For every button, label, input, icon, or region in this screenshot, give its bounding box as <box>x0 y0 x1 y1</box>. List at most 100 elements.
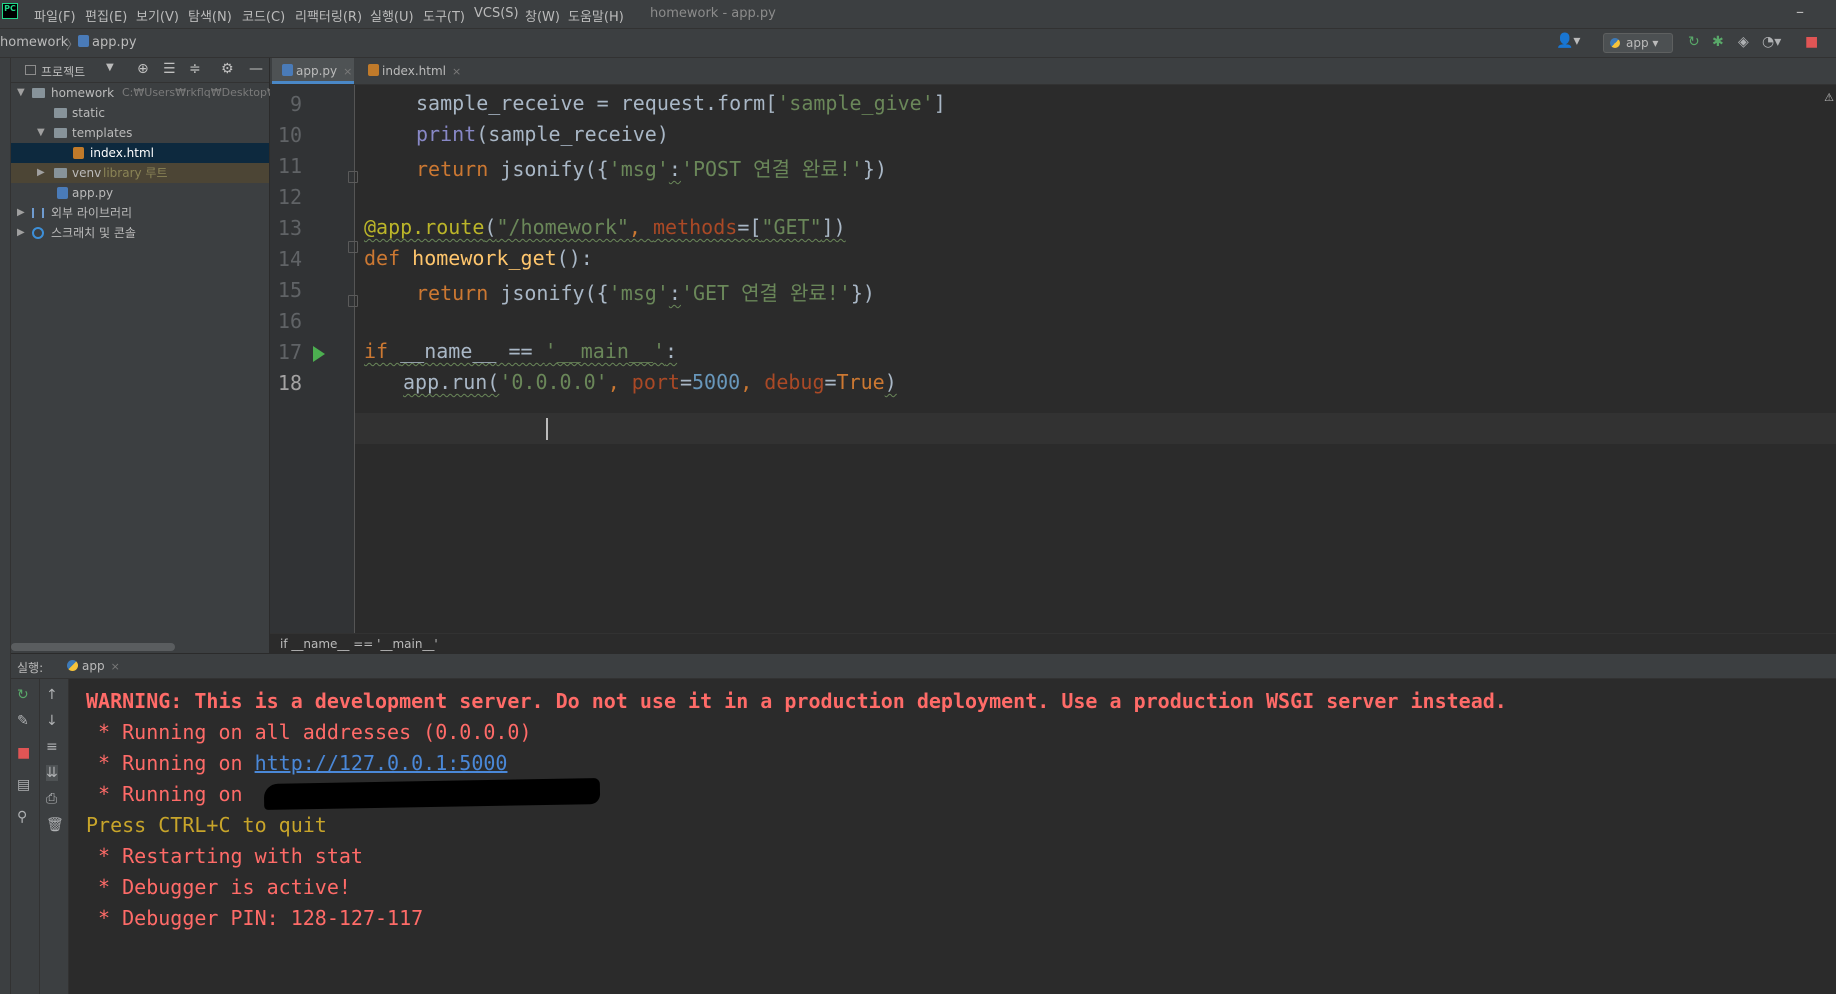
debug-icon[interactable]: ✱ <box>1712 34 1724 50</box>
warning-icon[interactable]: ⚠ <box>1824 91 1834 104</box>
wrench-icon[interactable]: ✎ <box>17 713 29 729</box>
run-icon[interactable] <box>313 346 325 362</box>
menu-navigate[interactable]: 탐색(N) <box>188 6 232 25</box>
code-line-18: app.run('0.0.0.0', port=5000, debug=True… <box>403 370 897 394</box>
tree-item-label: 외부 라이브러리 <box>51 206 133 220</box>
breadcrumb-project[interactable]: homework <box>0 35 68 50</box>
line-number: 18 <box>277 371 302 395</box>
tree-item-label: 스크래치 및 콘솔 <box>51 226 136 240</box>
chevron-right-icon[interactable]: ▶ <box>17 203 25 223</box>
run-config-select[interactable]: app ▾ <box>1603 33 1673 53</box>
scratch-icon <box>32 227 44 239</box>
redaction-mark <box>263 778 601 810</box>
chevron-down-icon[interactable]: ▼ <box>17 83 25 103</box>
tree-item-venv[interactable]: ▶ venv library 루트 <box>11 163 269 183</box>
rerun-icon[interactable]: ↻ <box>1688 34 1700 50</box>
menu-view[interactable]: 보기(V) <box>136 6 179 25</box>
layout-icon[interactable]: ▤ <box>17 777 30 793</box>
stop-icon[interactable]: ■ <box>1805 34 1818 50</box>
fold-end-icon[interactable] <box>348 295 358 307</box>
chevron-down-icon[interactable]: ▼ <box>106 62 114 73</box>
hide-icon[interactable]: — <box>249 61 263 77</box>
stop-icon[interactable]: ■ <box>17 745 30 761</box>
tree-item-label: venv <box>72 166 102 180</box>
coverage-icon[interactable]: ◈ <box>1738 34 1749 50</box>
menu-window[interactable]: 창(W) <box>525 6 560 25</box>
tree-item-label: static <box>72 106 105 120</box>
chevron-down-icon[interactable]: ▼ <box>37 123 45 143</box>
tab-app-py[interactable]: app.py × <box>272 58 354 84</box>
collapse-all-icon[interactable]: ≑ <box>189 61 201 77</box>
menu-vcs[interactable]: VCS(S) <box>474 6 519 21</box>
folder-icon <box>54 128 67 138</box>
editor-breadcrumb-bar: if __name__ == '__main__' <box>270 633 1836 654</box>
html-file-icon <box>368 64 379 76</box>
minimize-icon[interactable]: – <box>1796 2 1804 21</box>
close-icon[interactable]: × <box>343 65 352 78</box>
menu-refactor[interactable]: 리팩터링(R) <box>295 6 362 25</box>
menu-file[interactable]: 파일(F) <box>34 6 76 25</box>
run-tab-app[interactable]: app × <box>61 654 120 678</box>
line-number: 9 <box>289 92 302 116</box>
menu-edit[interactable]: 편집(E) <box>85 6 127 25</box>
python-file-icon <box>282 64 293 76</box>
fold-end-icon[interactable] <box>348 171 358 183</box>
tree-item-index-html[interactable]: index.html <box>11 143 269 163</box>
breadcrumb-file[interactable]: app.py <box>78 35 137 50</box>
run-config-label: app <box>1626 36 1649 50</box>
line-number: 12 <box>277 185 302 209</box>
project-title[interactable]: 프로젝트 <box>41 63 85 80</box>
project-header: 프로젝트 ▼ ⊕ ☰ ≑ ⚙ — <box>11 58 269 83</box>
menu-run[interactable]: 실행(U) <box>370 6 414 25</box>
tree-item-app-py[interactable]: app.py <box>11 183 269 203</box>
tree-item-scratches[interactable]: ▶ 스크래치 및 콘솔 <box>11 223 269 243</box>
console-output[interactable]: WARNING: This is a development server. D… <box>69 679 1836 994</box>
soft-wrap-icon[interactable]: ≡ <box>46 739 58 755</box>
locate-icon[interactable]: ⊕ <box>137 61 149 77</box>
pin-icon[interactable]: ⚲ <box>17 809 27 825</box>
tree-item-homework[interactable]: ▼ homework C:₩Users₩rkflq₩Desktop₩s <box>11 83 284 103</box>
editor-breadcrumb[interactable]: if __name__ == '__main__' <box>280 637 438 651</box>
arrow-up-icon[interactable]: ↑ <box>46 687 58 703</box>
trash-icon[interactable]: 🗑 <box>46 817 64 833</box>
chevron-right-icon[interactable]: ▶ <box>17 223 25 243</box>
navigation-bar: homework 〉 app.py 👤▾ app ▾ ↻ ✱ ◈ ◔▾ ■ <box>0 29 1836 58</box>
menu-code[interactable]: 코드(C) <box>242 6 285 25</box>
menu-help[interactable]: 도움말(H) <box>568 6 624 25</box>
rerun-icon[interactable]: ↻ <box>17 687 29 703</box>
chevron-right-icon[interactable]: ▶ <box>37 163 45 183</box>
code-line-10: print(sample_receive) <box>416 122 669 146</box>
fold-start-icon[interactable] <box>348 241 358 253</box>
folder-icon <box>54 108 67 118</box>
user-icon[interactable]: 👤▾ <box>1556 33 1580 49</box>
python-icon <box>1610 38 1620 48</box>
line-number: 10 <box>277 123 302 147</box>
line-number: 13 <box>277 216 302 240</box>
folder-icon <box>32 88 45 98</box>
current-line-highlight <box>270 413 1836 444</box>
console-warning: WARNING: This is a development server. D… <box>86 689 1507 713</box>
scroll-to-end-icon[interactable]: ⇊ <box>46 765 58 781</box>
horizontal-scrollbar[interactable] <box>11 643 175 651</box>
gear-icon[interactable]: ⚙ <box>221 61 234 77</box>
run-tab-label: app <box>82 659 105 673</box>
console-line: * Running on <box>86 782 255 806</box>
tree-item-templates[interactable]: ▼ templates <box>11 123 269 143</box>
console-link[interactable]: http://127.0.0.1:5000 <box>255 751 508 775</box>
run-toolbar-secondary: ↑ ↓ ≡ ⇊ ⎙ 🗑 <box>40 679 69 994</box>
arrow-down-icon[interactable]: ↓ <box>46 713 58 729</box>
run-label: 실행: <box>17 661 44 675</box>
expand-all-icon[interactable]: ☰ <box>163 61 176 77</box>
profile-icon[interactable]: ◔▾ <box>1762 34 1781 50</box>
tab-index-html[interactable]: index.html × <box>358 58 462 84</box>
line-number: 15 <box>277 278 302 302</box>
print-icon[interactable]: ⎙ <box>46 791 57 807</box>
tree-item-tag: library 루트 <box>103 166 168 180</box>
tree-item-label: templates <box>72 126 133 140</box>
close-icon[interactable]: × <box>111 660 120 673</box>
close-icon[interactable]: × <box>452 65 461 78</box>
tree-item-external-libraries[interactable]: ▶ 외부 라이브러리 <box>11 203 269 223</box>
menu-tools[interactable]: 도구(T) <box>423 6 465 25</box>
project-window-icon <box>25 65 36 75</box>
tree-item-static[interactable]: static <box>11 103 269 123</box>
